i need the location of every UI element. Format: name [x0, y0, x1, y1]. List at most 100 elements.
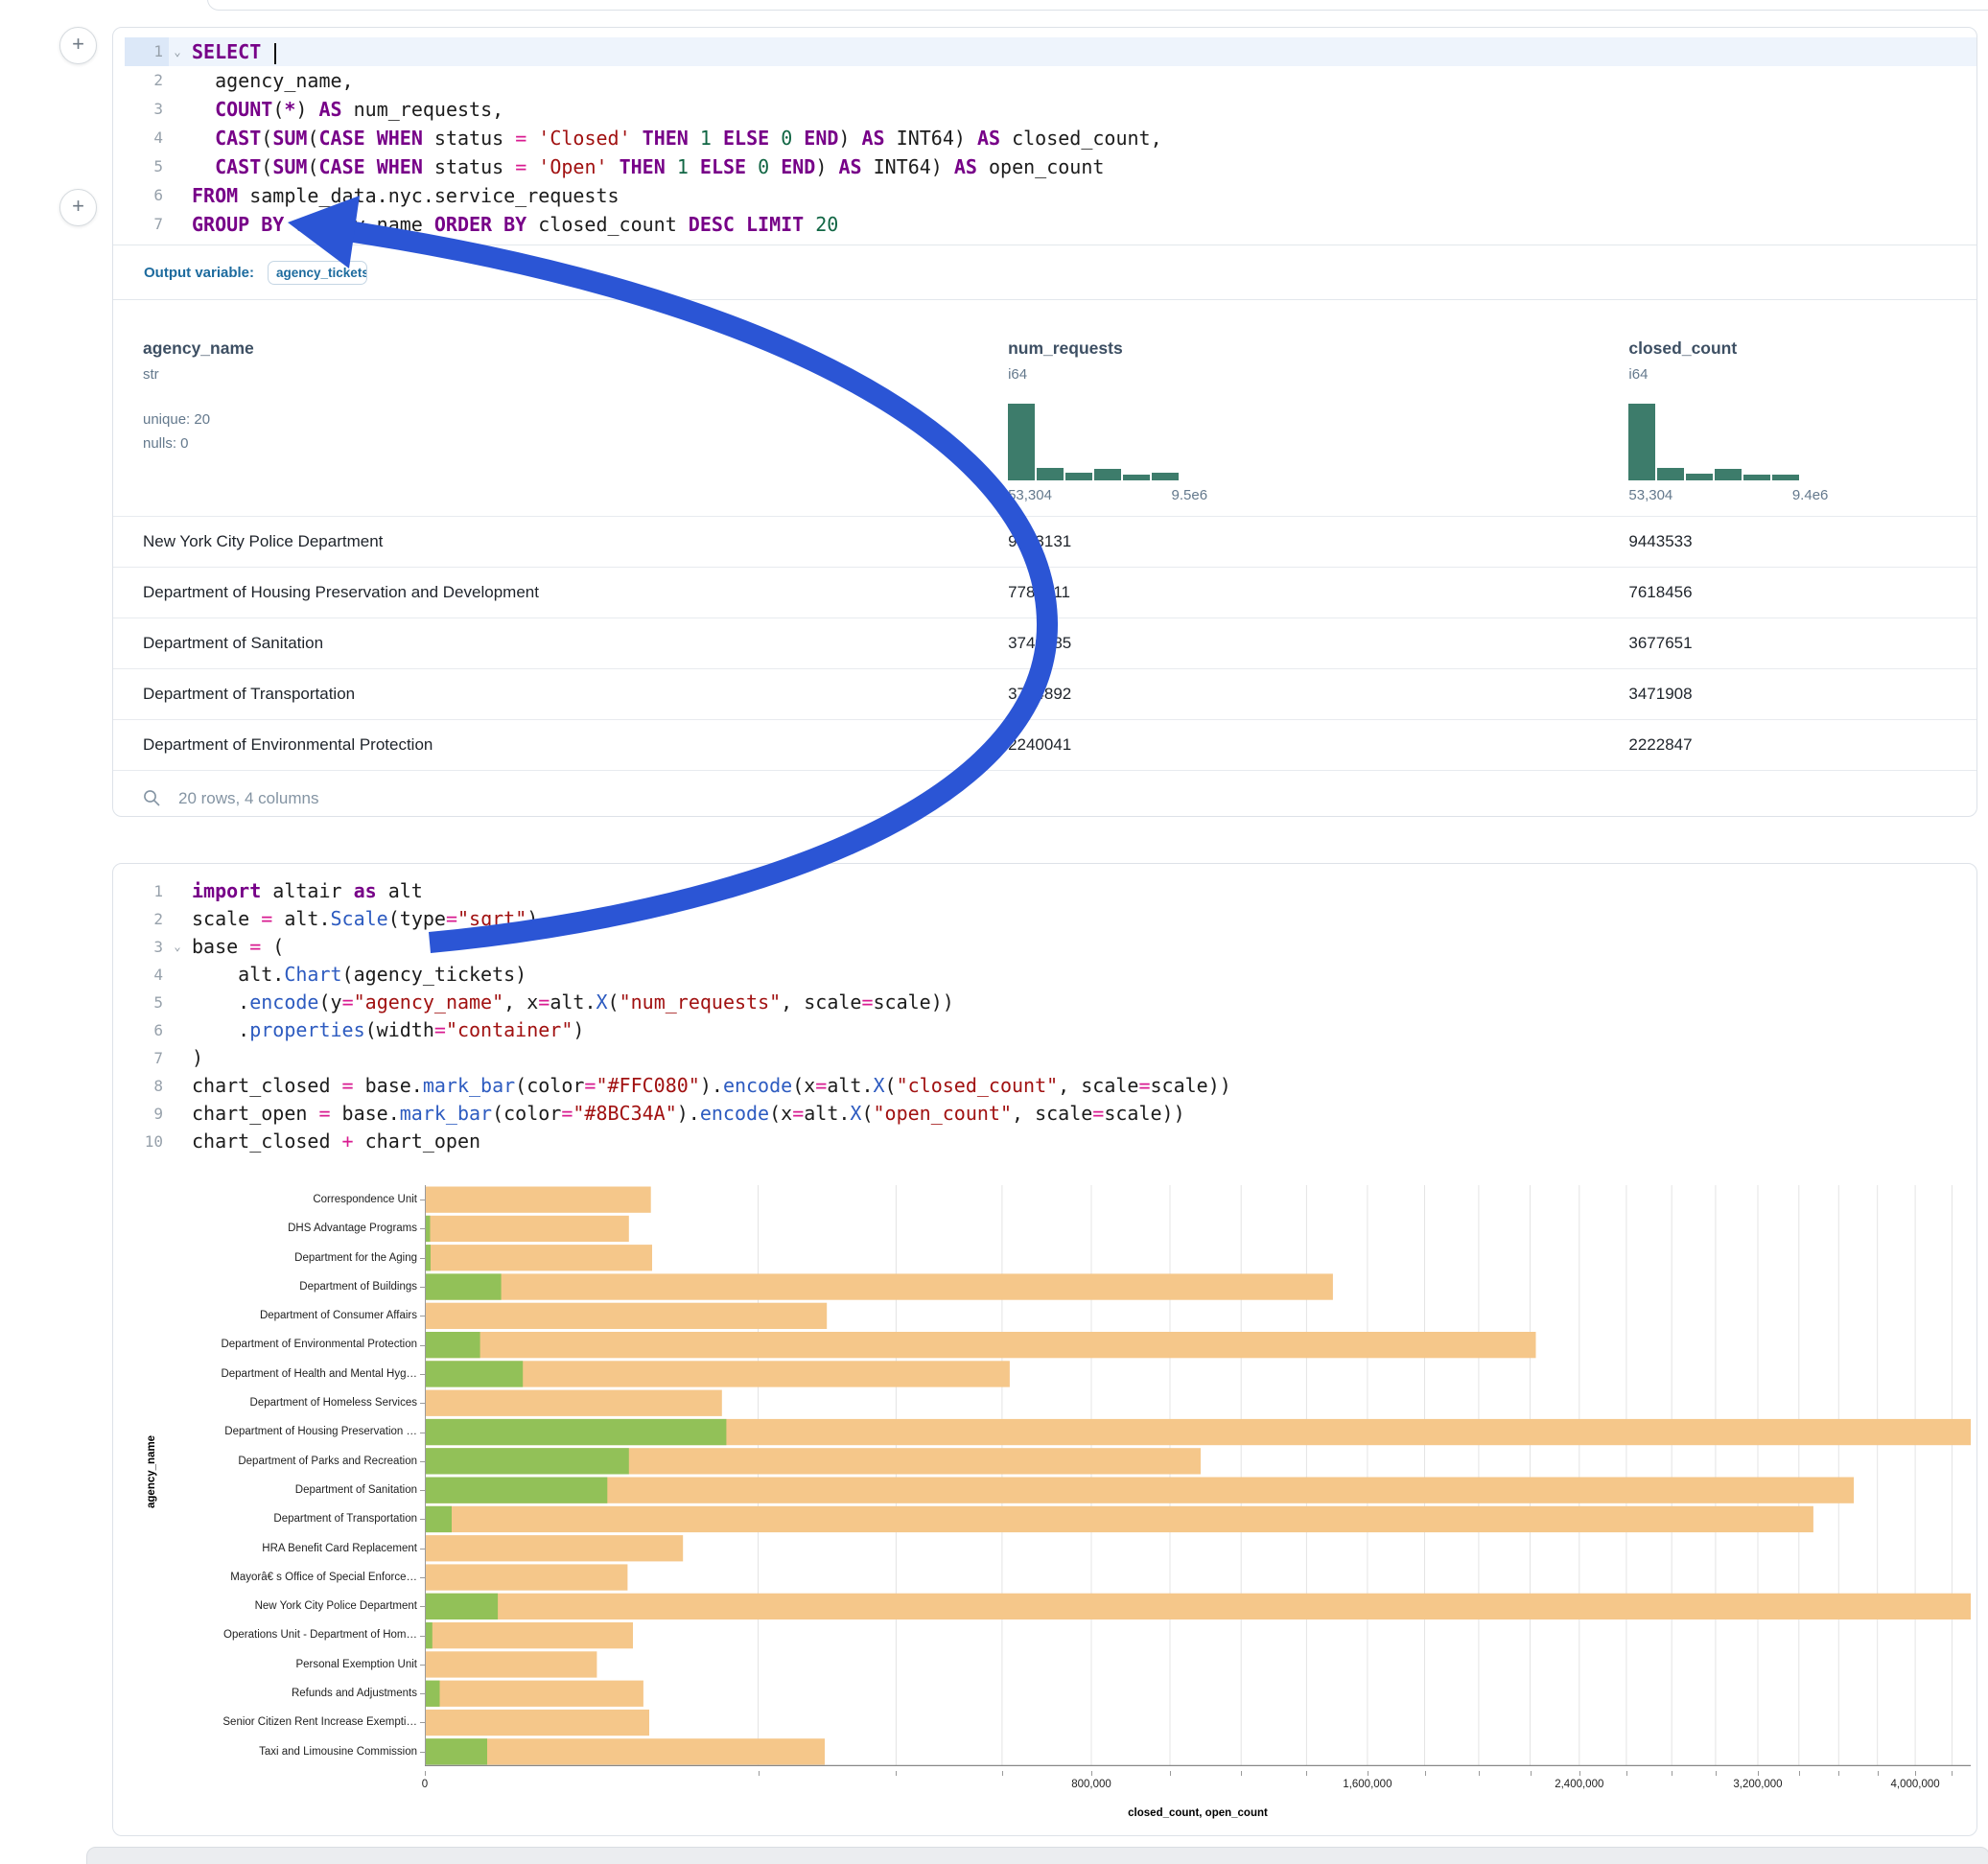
table-row[interactable]: New York City Police Department945313194…: [113, 516, 1976, 567]
python-code-line[interactable]: 9chart_open = base.mark_bar(color="#8BC3…: [125, 1100, 1976, 1128]
sql-editor[interactable]: 1⌄SELECT 2 agency_name,3 COUNT(*) AS num…: [113, 28, 1976, 245]
sql-code-line[interactable]: 3 COUNT(*) AS num_requests,: [125, 95, 1976, 124]
x-tick-mark: [1952, 1771, 1953, 1776]
cell-num-requests: 9453131: [1002, 532, 1623, 551]
chart-y-label: Department of Parks and Recreation: [138, 1447, 417, 1476]
sql-code-line[interactable]: 6FROM sample_data.nyc.service_requests: [125, 181, 1976, 210]
chart-y-axis-title-col: agency_name: [113, 1185, 138, 1819]
output-variable-pill[interactable]: agency_tickets: [268, 261, 367, 285]
chart-y-label: Department of Transportation: [138, 1504, 417, 1533]
python-code-line[interactable]: 10chart_closed + chart_open: [125, 1128, 1976, 1155]
fold-spacer: [169, 877, 186, 905]
fold-spacer: [169, 1016, 186, 1044]
sql-code-line[interactable]: 2 agency_name,: [125, 66, 1976, 95]
column-header-closed_count[interactable]: closed_counti6453,3049.4e6: [1623, 300, 1976, 516]
y-tick-mark: [417, 1592, 425, 1620]
chart-y-label: Taxi and Limousine Commission: [138, 1737, 417, 1766]
results-table: agency_namestrunique: 20nulls: 0num_requ…: [113, 299, 1976, 826]
fold-chevron-icon[interactable]: ⌄: [169, 933, 186, 961]
table-row[interactable]: Department of Transportation377489234719…: [113, 668, 1976, 719]
line-number: 2: [125, 66, 169, 95]
add-cell-button[interactable]: +: [59, 27, 97, 64]
chart-y-label: Senior Citizen Rent Increase Exempti…: [138, 1708, 417, 1736]
python-code-line[interactable]: 5 .encode(y="agency_name", x=alt.X("num_…: [125, 989, 1976, 1016]
python-code-line[interactable]: 6 .properties(width="container"): [125, 1016, 1976, 1044]
cell-num-requests: 7782211: [1002, 583, 1623, 602]
chart-y-labels: Correspondence UnitDHS Advantage Program…: [138, 1185, 417, 1819]
y-tick-mark: [417, 1360, 425, 1388]
fold-spacer: [169, 152, 186, 181]
cell-closed-count: 9443533: [1623, 532, 1976, 551]
x-tick-mark: [1716, 1771, 1717, 1776]
code-text: CAST(SUM(CASE WHEN status = 'Closed' THE…: [186, 124, 1162, 152]
chart-y-label: Operations Unit - Department of Hom…: [138, 1620, 417, 1649]
column-header-agency_name[interactable]: agency_namestrunique: 20nulls: 0: [113, 300, 1002, 516]
fold-spacer: [169, 1100, 186, 1128]
sql-code-line[interactable]: 7GROUP BY agency_name ORDER BY closed_co…: [125, 210, 1976, 239]
results-footer: 20 rows, 4 columns: [113, 770, 1976, 826]
fold-spacer: [169, 1128, 186, 1155]
python-editor[interactable]: 1import altair as alt2scale = alt.Scale(…: [113, 864, 1976, 1155]
column-header-num_requests[interactable]: num_requestsi6453,3049.5e6: [1002, 300, 1623, 516]
x-tick-mark: [1758, 1771, 1759, 1776]
chart-y-label: DHS Advantage Programs: [138, 1214, 417, 1243]
fold-spacer: [169, 66, 186, 95]
chart-x-title: closed_count, open_count: [425, 1807, 1971, 1819]
results-summary: 20 rows, 4 columns: [178, 789, 318, 808]
x-tick-mark: [1579, 1771, 1580, 1776]
fold-spacer: [169, 905, 186, 933]
line-number: 2: [125, 905, 169, 933]
histogram-range: 53,3049.5e6: [1008, 487, 1207, 503]
table-row[interactable]: Department of Environmental Protection22…: [113, 719, 1976, 770]
x-tick-mark: [1838, 1771, 1839, 1776]
column-histogram: [1628, 404, 1801, 480]
next-cell-collapsed[interactable]: [86, 1847, 1988, 1864]
table-row[interactable]: Department of Housing Preservation and D…: [113, 567, 1976, 617]
add-cell-button[interactable]: +: [59, 189, 97, 226]
chart-x-label: 4,000,000: [1891, 1779, 1940, 1790]
table-row[interactable]: Department of Sanitation37494853677651: [113, 617, 1976, 668]
column-name: num_requests: [1008, 338, 1623, 359]
y-tick-mark: [417, 1563, 425, 1592]
code-text: agency_name,: [186, 66, 354, 95]
histogram-bar: [1657, 468, 1684, 480]
x-tick-mark: [1878, 1771, 1879, 1776]
chart-y-label: Department of Consumer Affairs: [138, 1301, 417, 1330]
y-tick-mark: [417, 1737, 425, 1766]
fold-spacer: [169, 961, 186, 989]
python-code-line[interactable]: 3⌄base = (: [125, 933, 1976, 961]
x-tick-mark: [1626, 1771, 1627, 1776]
results-table-body: New York City Police Department945313194…: [113, 516, 1976, 770]
python-code-line[interactable]: 1import altair as alt: [125, 877, 1976, 905]
cell-num-requests: 2240041: [1002, 735, 1623, 755]
sql-code-line[interactable]: 1⌄SELECT: [125, 37, 1976, 66]
cell-closed-count: 2222847: [1623, 735, 1976, 755]
column-type: str: [143, 366, 1002, 383]
histogram-bar: [1094, 469, 1121, 480]
search-icon[interactable]: [143, 789, 161, 807]
fold-chevron-icon[interactable]: ⌄: [169, 37, 186, 66]
cell-closed-count: 3677651: [1623, 634, 1976, 653]
line-number: 1: [125, 877, 169, 905]
y-tick-mark: [417, 1447, 425, 1476]
sql-code-line[interactable]: 4 CAST(SUM(CASE WHEN status = 'Closed' T…: [125, 124, 1976, 152]
chart-x-label: 0: [422, 1779, 428, 1790]
x-tick-mark: [1091, 1771, 1092, 1776]
y-tick-mark: [417, 1679, 425, 1708]
code-text: GROUP BY agency_name ORDER BY closed_cou…: [186, 210, 838, 239]
x-tick-mark: [1002, 1771, 1003, 1776]
histogram-range: 53,3049.4e6: [1628, 487, 1828, 503]
cell-agency-name: Department of Housing Preservation and D…: [113, 583, 1002, 602]
line-number: 4: [125, 124, 169, 152]
x-tick-mark: [1479, 1771, 1480, 1776]
histogram-bar: [1715, 469, 1742, 480]
sql-code-line[interactable]: 5 CAST(SUM(CASE WHEN status = 'Open' THE…: [125, 152, 1976, 181]
chart-y-label: Mayorâ€ s Office of Special Enforce…: [138, 1563, 417, 1592]
chart-y-ticks: [417, 1185, 425, 1819]
code-text: CAST(SUM(CASE WHEN status = 'Open' THEN …: [186, 152, 1104, 181]
chart-x-label: 3,200,000: [1733, 1779, 1782, 1790]
python-code-line[interactable]: 8chart_closed = base.mark_bar(color="#FF…: [125, 1072, 1976, 1100]
python-code-line[interactable]: 4 alt.Chart(agency_tickets): [125, 961, 1976, 989]
python-code-line[interactable]: 7): [125, 1044, 1976, 1072]
python-code-line[interactable]: 2scale = alt.Scale(type="sqrt"): [125, 905, 1976, 933]
